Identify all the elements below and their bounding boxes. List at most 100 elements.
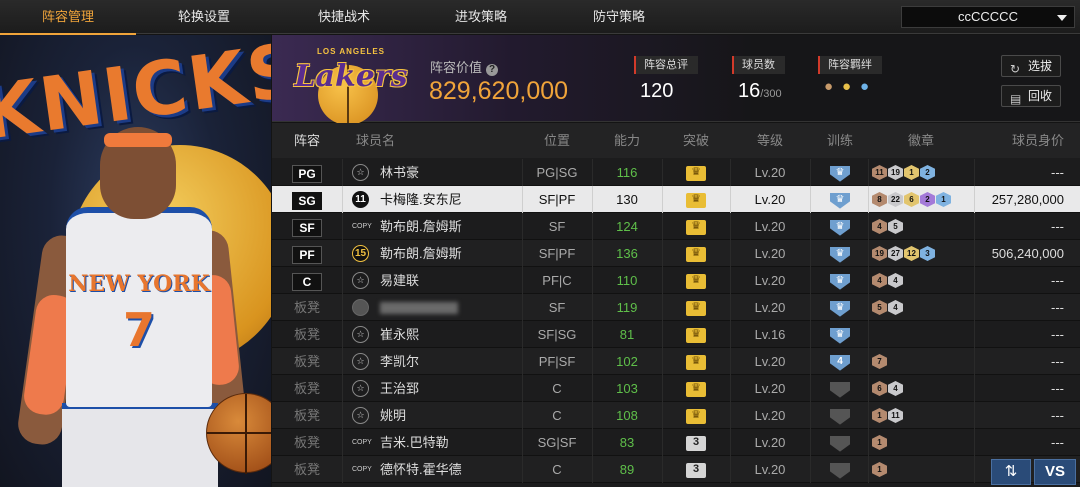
- badge-icon: 1: [936, 192, 951, 207]
- swap-arrows-icon[interactable]: ⇅: [991, 459, 1031, 485]
- player-level: Lv.20: [754, 408, 786, 423]
- table-row[interactable]: PF 15 勒布朗.詹姆斯 SF|PF 136 Lv.20 ♛ 1927123 506,240,…: [272, 240, 1080, 267]
- training-cell[interactable]: ♛: [810, 321, 870, 348]
- player-worth: ---: [1051, 165, 1064, 180]
- bond-icons: ● ● ●: [818, 78, 882, 96]
- player-rating: 81: [619, 327, 635, 342]
- tab-rotation[interactable]: 轮换设置: [136, 0, 272, 34]
- badges-cell[interactable]: 1: [868, 429, 974, 456]
- player-position: SF|SG: [537, 327, 577, 342]
- table-row[interactable]: 板凳 ☆ 王治郅 C 103 Lv.20 64 ---: [272, 375, 1080, 402]
- player-position: C: [552, 462, 562, 477]
- training-cell[interactable]: ♛: [810, 213, 870, 240]
- badges-cell[interactable]: 1 11: [868, 402, 974, 429]
- training-cell[interactable]: 4: [810, 348, 870, 375]
- training-cell[interactable]: [810, 402, 870, 429]
- col-badges[interactable]: 徽章: [868, 123, 974, 158]
- table-row[interactable]: 板凳 ☆ 崔永熙 SF|SG 81 Lv.16 ♛ ---: [272, 321, 1080, 348]
- tab-lineup[interactable]: 阵容管理: [0, 0, 136, 35]
- star-icon: ☆: [352, 326, 369, 343]
- training-shield-icon: [830, 381, 850, 398]
- player-level: Lv.20: [754, 462, 786, 477]
- tab-defense[interactable]: 防守策略: [551, 0, 687, 34]
- badges-cell[interactable]: 7: [868, 348, 974, 375]
- crown-icon: [686, 192, 706, 209]
- table-row[interactable]: SG 11 卡梅隆.安东尼 SF|PF 130 Lv.20 ♛ 822621 257,280,0…: [272, 186, 1080, 213]
- col-breakthrough[interactable]: 突破: [662, 123, 730, 158]
- col-training[interactable]: 训练: [810, 123, 870, 158]
- table-row[interactable]: PG ☆ 林书豪 PG|SG 116 Lv.20 ♛ 111912 ---: [272, 159, 1080, 186]
- team-select-dropdown[interactable]: ccCCCCC: [901, 6, 1075, 28]
- bond-icon-bronze[interactable]: ●: [824, 78, 842, 96]
- crown-icon: [686, 408, 706, 425]
- lineup-value: 829,620,000: [429, 77, 569, 105]
- training-cell[interactable]: [810, 375, 870, 402]
- badges-cell[interactable]: 44: [868, 267, 974, 294]
- recycle-button[interactable]: ▤ 回收: [1001, 85, 1061, 107]
- training-cell[interactable]: [810, 429, 870, 456]
- training-cell[interactable]: ♛: [810, 294, 870, 321]
- star-icon: ☆: [352, 164, 369, 181]
- badge-icon: 5: [888, 219, 903, 234]
- col-position[interactable]: 位置: [522, 123, 592, 158]
- overall-value: 120: [640, 80, 674, 102]
- table-row[interactable]: SF COPY 勒布朗.詹姆斯 SF 124 Lv.20 ♛ 45 ---: [272, 213, 1080, 240]
- training-cell[interactable]: ♛: [810, 159, 870, 186]
- select-button[interactable]: ↻ 选拔: [1001, 55, 1061, 77]
- help-icon[interactable]: ?: [486, 64, 499, 76]
- tab-offense[interactable]: 进攻策略: [413, 0, 549, 34]
- player-rating: 130: [616, 192, 638, 207]
- star-icon: ☆: [352, 380, 369, 397]
- badge-icon: 22: [888, 192, 903, 207]
- training-cell[interactable]: ♛: [810, 186, 870, 213]
- col-slot[interactable]: 阵容: [272, 123, 342, 158]
- col-level[interactable]: 等级: [730, 123, 810, 158]
- crown-icon: [686, 246, 706, 263]
- col-player-name[interactable]: 球员名: [356, 123, 395, 158]
- table-row[interactable]: 板凳 SF 119 Lv.20 ♛ 54 ---: [272, 294, 1080, 321]
- bond-icon-blue[interactable]: ●: [860, 78, 878, 96]
- badge-icon: 2: [920, 192, 935, 207]
- player-count-label: 球员数: [732, 56, 785, 74]
- col-rating[interactable]: 能力: [592, 123, 662, 158]
- overall-label: 阵容总评: [634, 56, 698, 74]
- badge-icon: 4: [888, 300, 903, 315]
- badges-cell[interactable]: 64: [868, 375, 974, 402]
- badge-icon: 5: [872, 300, 887, 315]
- badges-cell[interactable]: 45: [868, 213, 974, 240]
- slot-badge: PG: [292, 164, 322, 183]
- breakthrough-level-badge: [686, 435, 706, 452]
- badges-cell[interactable]: 1: [868, 456, 974, 483]
- table-row[interactable]: 板凳 ☆ 姚明 C 108 Lv.20 111 ---: [272, 402, 1080, 429]
- slot-cell: PG: [272, 159, 342, 186]
- player-worth: ---: [1051, 435, 1064, 450]
- slot-cell: 板凳: [293, 327, 320, 342]
- slot-cell: 板凳: [293, 408, 320, 423]
- crown-icon: [686, 327, 706, 344]
- copy-card-icon: COPY: [352, 439, 372, 446]
- badges-cell[interactable]: 11 19 1 2: [868, 159, 974, 186]
- badges-cell[interactable]: 54: [868, 294, 974, 321]
- badges-cell[interactable]: [868, 321, 974, 348]
- table-row[interactable]: 板凳 COPY 德怀特.霍华德 C 89 Lv.20 1: [272, 456, 1080, 483]
- badges-cell[interactable]: 19 27 12 3: [868, 240, 974, 267]
- col-worth[interactable]: 球员身价: [974, 123, 1064, 158]
- badge-icon: 3: [920, 246, 935, 261]
- vs-button[interactable]: VS: [1034, 459, 1076, 485]
- player-level: Lv.20: [754, 273, 786, 288]
- training-cell[interactable]: ♛: [810, 267, 870, 294]
- table-row[interactable]: C ☆ 易建联 PF|C 110 Lv.20 ♛ 44 ---: [272, 267, 1080, 294]
- bond-icon-gold[interactable]: ●: [842, 78, 860, 96]
- badge-icon: 1: [904, 165, 919, 180]
- badge-icon: 6: [872, 381, 887, 396]
- chevron-down-icon: [1057, 15, 1067, 21]
- tab-tactics[interactable]: 快捷战术: [276, 0, 412, 34]
- player-rating: 116: [616, 165, 638, 180]
- badges-cell[interactable]: 8 22 6 2 1: [868, 186, 974, 213]
- table-row[interactable]: 板凳 ☆ 李凯尔 PF|SF 102 Lv.20 4 7 ---: [272, 348, 1080, 375]
- player-rating: 103: [616, 381, 638, 396]
- table-row[interactable]: 板凳 COPY 吉米.巴特勒 SG|SF 83 Lv.20 1 ---: [272, 429, 1080, 456]
- training-cell[interactable]: [810, 456, 870, 483]
- training-cell[interactable]: ♛: [810, 240, 870, 267]
- team-logo: LOS ANGELES Lakers: [290, 45, 412, 125]
